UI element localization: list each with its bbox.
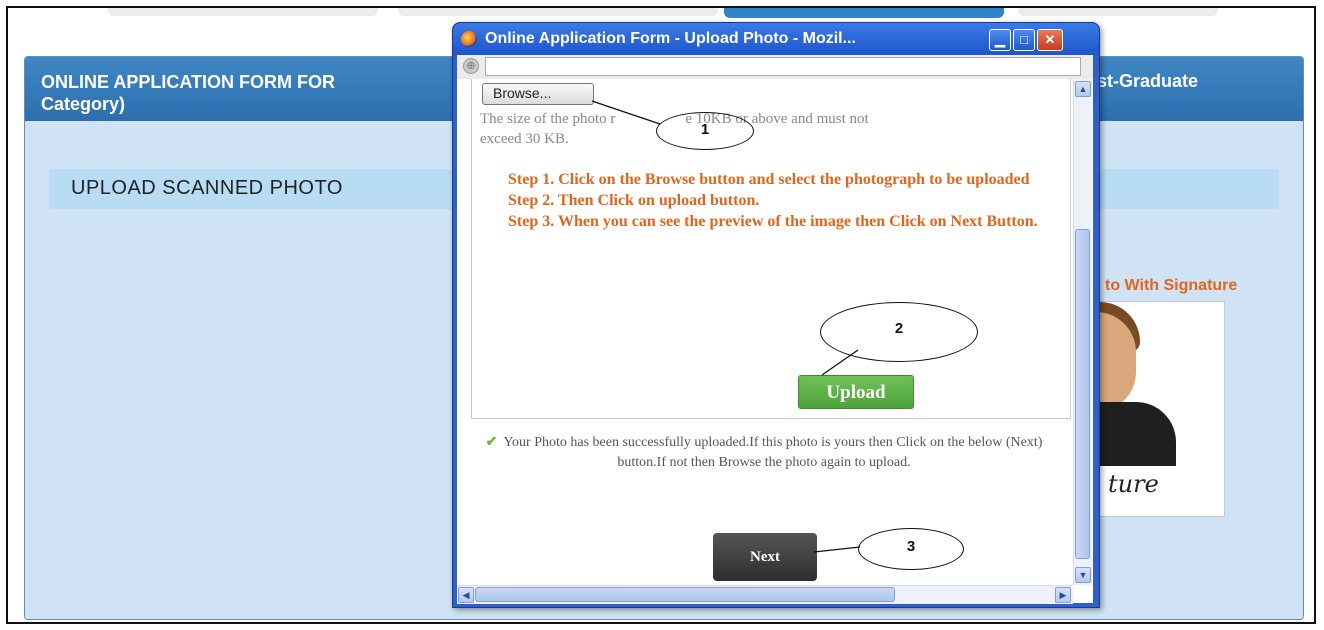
top-tab-active[interactable] <box>724 8 1004 18</box>
globe-icon: ⊕ <box>463 58 479 74</box>
check-icon: ✔ <box>485 435 498 450</box>
horizontal-scroll-thumb[interactable] <box>475 587 895 602</box>
address-bar: ⊕ <box>457 55 1093 80</box>
maximize-icon: □ <box>1020 32 1028 47</box>
close-icon: ✕ <box>1044 32 1056 47</box>
step-2: Step 2. Then Click on upload button. <box>508 192 760 209</box>
success-text: Your Photo has been successfully uploade… <box>503 435 1043 470</box>
url-field[interactable] <box>485 57 1081 76</box>
size-note-start: The size of the photo r <box>480 111 616 127</box>
vertical-scroll-thumb[interactable] <box>1075 229 1090 559</box>
callout-1: 1 <box>656 112 754 150</box>
scroll-left-arrow-icon[interactable]: ◀ <box>458 587 474 603</box>
callout-2: 2 <box>820 302 978 362</box>
upload-frame: Browse... The size of the photo re 10KB … <box>471 79 1071 419</box>
callout-3: 3 <box>858 528 964 570</box>
firefox-icon <box>461 31 477 47</box>
top-tab[interactable] <box>398 8 718 16</box>
step-3: Step 3. When you can see the preview of … <box>508 213 1038 230</box>
scroll-up-arrow-icon[interactable]: ▲ <box>1075 81 1091 97</box>
popup-content: Browse... The size of the photo re 10KB … <box>457 79 1093 604</box>
minimize-button[interactable]: ▁ <box>989 29 1011 51</box>
size-note-end: exceed 30 KB. <box>480 131 569 147</box>
upload-photo-popup-window: Online Application Form - Upload Photo -… <box>452 22 1100 608</box>
instruction-steps: Step 1. Click on the Browse button and s… <box>508 169 1068 232</box>
upload-success-message: ✔ Your Photo has been successfully upload… <box>477 433 1051 473</box>
top-tab[interactable] <box>1018 8 1218 16</box>
photo-coat <box>1096 402 1176 466</box>
browse-button[interactable]: Browse... <box>482 83 594 105</box>
next-button[interactable]: Next <box>713 533 817 581</box>
step-1: Step 1. Click on the Browse button and s… <box>508 171 1030 188</box>
top-tab[interactable] <box>108 8 378 16</box>
scroll-down-arrow-icon[interactable]: ▼ <box>1075 567 1091 583</box>
scroll-right-arrow-icon[interactable]: ▶ <box>1055 587 1071 603</box>
form-header-title-right: st-Graduate <box>1097 71 1199 91</box>
horizontal-scrollbar[interactable]: ◀ ▶ <box>457 585 1073 604</box>
window-titlebar[interactable]: Online Application Form - Upload Photo -… <box>453 23 1099 55</box>
window-title: Online Application Form - Upload Photo -… <box>485 30 856 47</box>
signature-image: ture <box>1108 470 1159 498</box>
section-title: UPLOAD SCANNED PHOTO <box>71 177 343 199</box>
vertical-scrollbar[interactable]: ▲ ▼ <box>1073 79 1092 585</box>
maximize-button[interactable]: □ <box>1013 29 1035 51</box>
photo-signature-label: to With Signature <box>1105 277 1238 294</box>
upload-button[interactable]: Upload <box>798 375 914 409</box>
minimize-icon: ▁ <box>995 32 1005 47</box>
photo-preview: ture <box>1095 301 1225 517</box>
close-button[interactable]: ✕ <box>1037 29 1063 51</box>
photo-size-note: The size of the photo re 10KB or above a… <box>480 109 1040 149</box>
